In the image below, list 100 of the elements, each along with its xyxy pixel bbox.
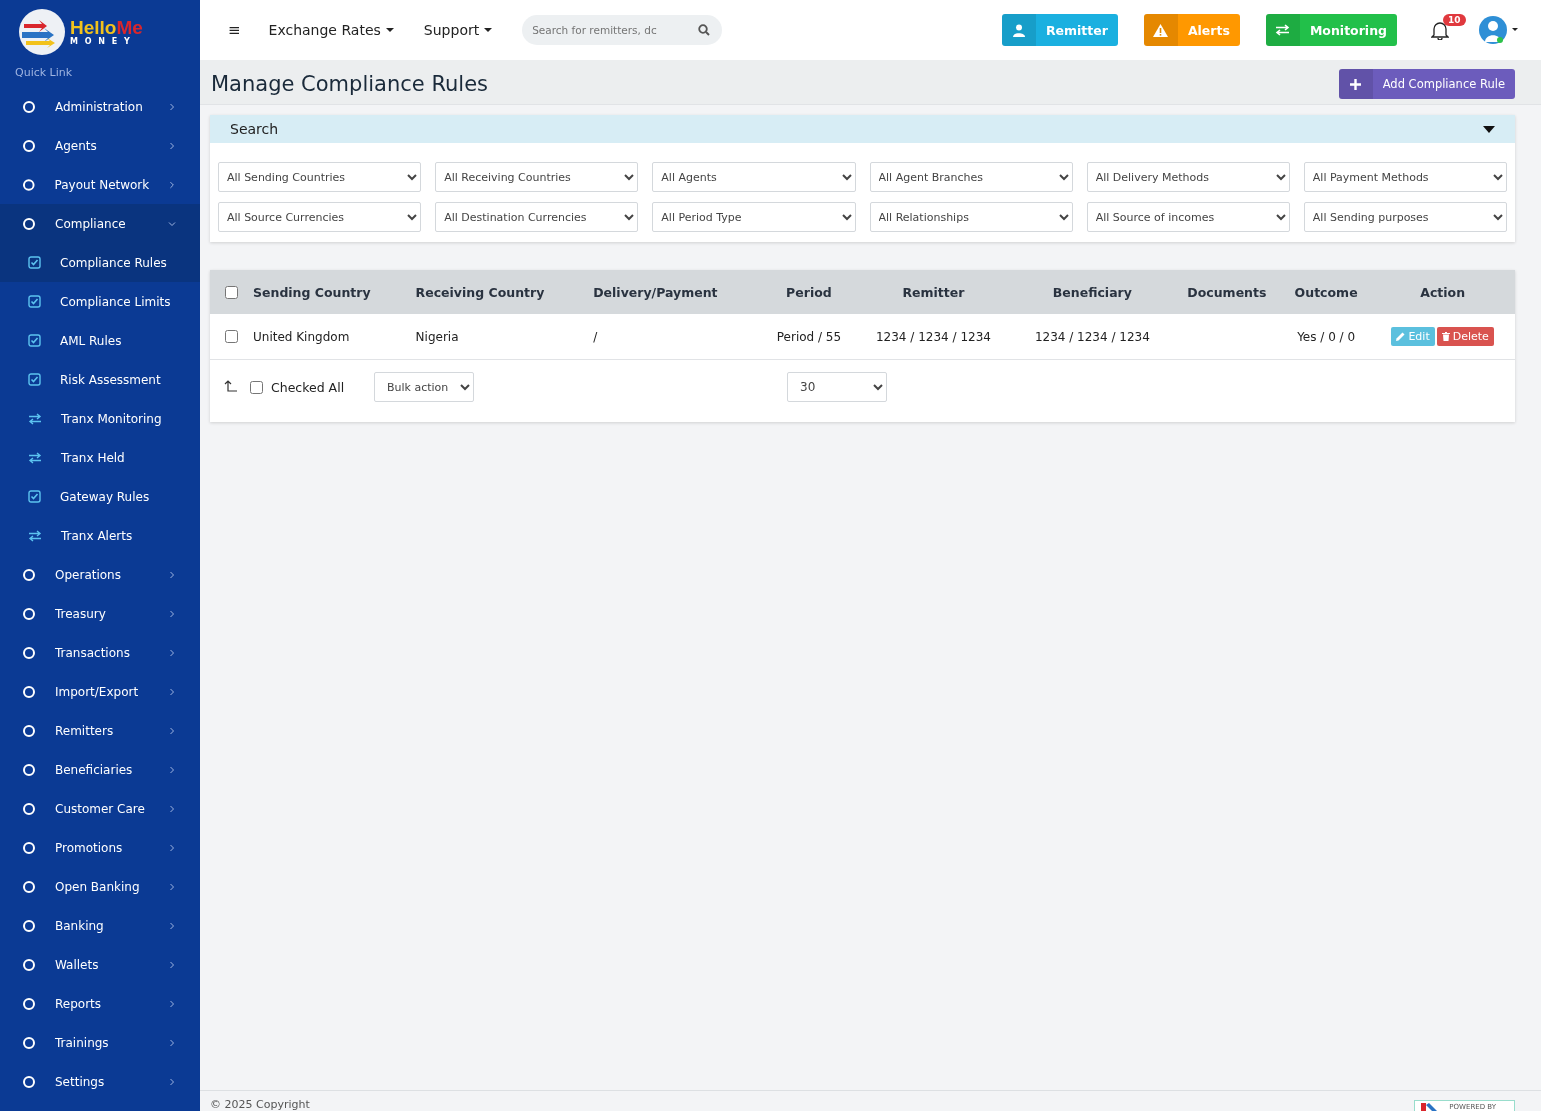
chevron-right-icon (168, 141, 176, 150)
sidebar-heading: Quick Link (14, 65, 74, 81)
filter-dropdown[interactable]: All Period Type (652, 202, 856, 232)
column-header: Documents (1171, 270, 1282, 314)
table-cell: Yes / 0 / 0 (1297, 329, 1356, 344)
circle-icon (22, 801, 36, 816)
sidebar-subitem[interactable]: Gateway Rules (0, 477, 200, 516)
circle-icon (22, 879, 36, 894)
dropdown-menu[interactable]: Support (423, 22, 493, 38)
column-header: Period (763, 270, 854, 314)
chevron-right-icon (168, 1038, 176, 1047)
chevron-right-icon (168, 570, 176, 579)
search-panel-header[interactable]: Search (210, 115, 1515, 143)
avatar-icon[interactable] (1479, 15, 1519, 45)
circle-icon (22, 723, 36, 738)
table-cell: / (593, 329, 598, 344)
chevron-right-icon (168, 1077, 176, 1086)
dropdown-menu[interactable]: Exchange Rates (268, 22, 394, 38)
sidebar-subitem[interactable]: AML Rules (0, 321, 200, 360)
circle-icon (22, 1074, 36, 1089)
search-field[interactable]: Search for remitters, dc (522, 15, 723, 45)
sidebar-subitem[interactable]: Tranx Monitoring (0, 399, 200, 438)
filter-dropdown[interactable]: All Source of incomes (1086, 202, 1290, 232)
sidebar-item[interactable]: Reports (0, 984, 200, 1023)
sidebar-item[interactable]: Transactions (0, 633, 200, 672)
menu-icon[interactable]: ≡ (228, 21, 241, 39)
filter-dropdown[interactable]: All Sending purposes (1303, 202, 1507, 232)
column-header: Remitter (854, 270, 1013, 314)
column-header: Beneficiary (1012, 270, 1172, 314)
checkbox-icon (28, 373, 41, 386)
circle-icon (22, 99, 36, 114)
sidebar-item[interactable]: Treasury (0, 594, 200, 633)
chevron-right-icon (168, 804, 176, 813)
chevron-right-icon (168, 999, 176, 1008)
column-header: Delivery/Payment (592, 270, 764, 314)
add-rule-button[interactable]: Add Compliance Rule (1338, 69, 1515, 99)
circle-icon (22, 1035, 36, 1050)
filter-dropdown[interactable]: All Source Currencies (218, 202, 422, 232)
column-header: Sending Country (252, 270, 415, 314)
sidebar-item[interactable]: Wallets (0, 945, 200, 984)
circle-icon (22, 606, 36, 621)
sidebar-item[interactable]: Promotions (0, 828, 200, 867)
sidebar-item[interactable]: Remitters (0, 711, 200, 750)
select-all-checkbox[interactable] (225, 285, 238, 299)
chevron-right-icon (168, 921, 176, 930)
filter-dropdown[interactable]: All Agent Branches (869, 162, 1073, 192)
circle-icon (22, 957, 36, 972)
column-header: Action (1370, 270, 1515, 314)
circle-icon (22, 567, 36, 582)
sidebar-subitem[interactable]: Tranx Held (0, 438, 200, 477)
logo-subtitle: M O N E Y (70, 37, 133, 46)
sidebar-item[interactable]: Open Banking (0, 867, 200, 906)
sidebar-item[interactable]: Import/Export (0, 672, 200, 711)
sidebar-item[interactable]: Operations (0, 555, 200, 594)
circle-icon (22, 216, 36, 231)
sidebar-item[interactable]: Administration (0, 87, 200, 126)
circle-icon (22, 840, 36, 855)
chevron-right-icon (168, 648, 176, 657)
corner-arrow-icon (224, 380, 238, 394)
copyright-text: © 2025 Copyright (210, 1098, 310, 1111)
sidebar-subitem[interactable]: Compliance Limits (0, 282, 200, 321)
chevron-right-icon (168, 726, 176, 735)
filter-dropdown[interactable]: All Agents (652, 162, 856, 192)
table-cell: 1234 / 1234 / 1234 (1034, 329, 1150, 344)
chevron-down-icon (168, 219, 176, 228)
sidebar-item[interactable]: Beneficiaries (0, 750, 200, 789)
sidebar-subitem[interactable]: Risk Assessment (0, 360, 200, 399)
row-checkbox[interactable] (225, 330, 238, 343)
person-icon (1012, 23, 1025, 37)
sidebar-item[interactable]: Settings (0, 1062, 200, 1101)
sidebar-subitem[interactable]: Compliance Rules (0, 243, 200, 282)
arrows-icon (28, 451, 42, 464)
circle-icon (22, 138, 36, 153)
sidebar-subitem[interactable]: Tranx Alerts (0, 516, 200, 555)
filter-dropdown[interactable]: All Receiving Countries (435, 162, 639, 192)
filter-dropdown[interactable]: All Delivery Methods (1086, 162, 1290, 192)
table-cell: Period / 55 (776, 329, 842, 344)
filter-dropdown[interactable]: All Payment Methods (1303, 162, 1507, 192)
sidebar-item[interactable]: Agents (0, 126, 200, 165)
filter-dropdown[interactable]: All Relationships (869, 202, 1073, 232)
page-size-dropdown[interactable]: 30 (787, 372, 887, 402)
table-cell: 1234 / 1234 / 1234 (875, 329, 991, 344)
plus-icon (1350, 78, 1362, 90)
sidebar-item[interactable]: Customer Care (0, 789, 200, 828)
sidebar-item[interactable]: Trainings (0, 1023, 200, 1062)
checkbox-icon (28, 334, 41, 347)
delete-button[interactable]: Delete (1436, 327, 1494, 346)
chevron-right-icon (168, 882, 176, 891)
bulk-action-dropdown[interactable]: Bulk action (374, 372, 474, 402)
caret-icon (1483, 125, 1495, 133)
bell-icon[interactable] (1431, 20, 1449, 40)
sidebar-item[interactable]: Banking (0, 906, 200, 945)
sidebar-item[interactable]: Compliance (0, 204, 200, 243)
filter-dropdown[interactable]: All Sending Countries (218, 162, 422, 192)
check-all-label: Checked All (271, 379, 345, 395)
filter-dropdown[interactable]: All Destination Currencies (435, 202, 639, 232)
chevron-right-icon (168, 180, 176, 189)
check-all-checkbox[interactable] (250, 380, 263, 394)
circle-icon (22, 177, 36, 192)
sidebar-item[interactable]: Payout Network (0, 165, 200, 204)
